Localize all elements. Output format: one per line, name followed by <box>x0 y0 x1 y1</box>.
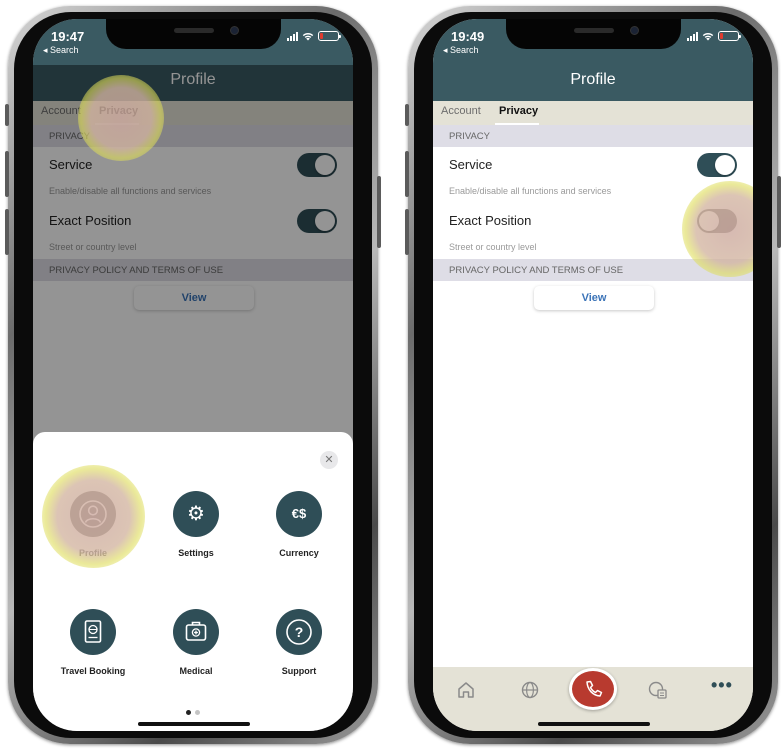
phone-screen-right: 19:49 ◂ Search Profile Account Privacy P… <box>433 19 753 731</box>
tab-privacy[interactable]: Privacy <box>499 105 538 117</box>
power-button <box>777 176 781 248</box>
mute-switch <box>405 104 409 126</box>
exact-position-label: Exact Position <box>449 213 532 228</box>
notch <box>106 19 281 49</box>
menu-item-support[interactable]: ? Support <box>247 609 351 676</box>
menu-label-currency: Currency <box>279 548 319 558</box>
service-toggle[interactable] <box>697 153 737 177</box>
volume-up-button <box>5 151 9 197</box>
back-to-search-link[interactable]: ◂ Search <box>43 45 79 56</box>
question-icon: ? <box>276 609 322 655</box>
status-time: 19:47 <box>51 29 85 44</box>
tab-account[interactable]: Account <box>441 105 481 117</box>
page-indicator <box>33 702 353 720</box>
more-icon[interactable]: ••• <box>711 675 733 696</box>
menu-item-settings[interactable]: ⚙ Settings <box>144 491 248 558</box>
menu-item-travel-booking[interactable]: Travel Booking <box>41 609 145 676</box>
svg-text:?: ? <box>295 624 304 640</box>
phone-frame-right: 19:49 ◂ Search Profile Account Privacy P… <box>405 6 781 744</box>
medical-kit-icon <box>173 609 219 655</box>
menu-label-support: Support <box>281 666 317 676</box>
exact-position-toggle[interactable] <box>697 209 737 233</box>
menu-label-travel-booking: Travel Booking <box>60 666 126 676</box>
menu-item-profile[interactable]: Profile <box>41 491 145 558</box>
battery-icon <box>718 31 741 41</box>
menu-item-medical[interactable]: Medical <box>144 609 248 676</box>
service-helper-text: Enable/disable all functions and service… <box>433 181 753 203</box>
home-indicator[interactable] <box>138 722 250 726</box>
privacy-content: PRIVACY Service Enable/disable all funct… <box>433 125 753 315</box>
volume-down-button <box>405 209 409 255</box>
back-to-search-link[interactable]: ◂ Search <box>443 45 479 56</box>
nav-bar: Profile <box>433 65 753 101</box>
person-icon <box>70 491 116 537</box>
signal-icon <box>287 31 298 41</box>
wifi-icon <box>702 32 714 40</box>
close-icon[interactable]: ✕ <box>320 451 338 469</box>
privacy-section-header: PRIVACY <box>433 125 753 147</box>
globe-icon[interactable] <box>519 679 541 701</box>
menu-label-settings: Settings <box>178 548 214 558</box>
service-row: Service <box>433 147 753 181</box>
volume-up-button <box>405 151 409 197</box>
gear-icon: ⚙ <box>173 491 219 537</box>
page-title: Profile <box>570 71 616 88</box>
phone-call-icon[interactable] <box>569 668 617 710</box>
phone-screen-left: 19:47 ◂ Search Profile Account Privacy P… <box>33 19 353 731</box>
status-icons <box>287 31 341 41</box>
service-label: Service <box>449 157 493 172</box>
menu-label-profile: Profile <box>78 548 107 558</box>
page-dot[interactable] <box>186 710 191 715</box>
menu-item-currency[interactable]: €$ Currency <box>247 491 351 558</box>
status-time: 19:49 <box>451 29 485 44</box>
menu-sheet: ✕ Profile ⚙ Settings €$ Currency Travel … <box>33 432 353 731</box>
wifi-icon <box>302 32 314 40</box>
mute-switch <box>5 104 9 126</box>
phone-frame-left: 19:47 ◂ Search Profile Account Privacy P… <box>5 6 381 744</box>
policy-section-header: PRIVACY POLICY AND TERMS OF USE <box>433 259 753 281</box>
view-row: View <box>433 281 753 315</box>
tab-bar: Account Privacy <box>433 101 753 125</box>
exact-position-row: Exact Position <box>433 203 753 237</box>
currency-exchange-icon: €$ <box>276 491 322 537</box>
signal-icon <box>687 31 698 41</box>
home-indicator[interactable] <box>538 722 650 726</box>
home-icon[interactable] <box>455 679 477 701</box>
status-icons <box>687 31 741 41</box>
map-document-icon[interactable] <box>647 679 669 701</box>
volume-down-button <box>5 209 9 255</box>
power-button <box>377 176 381 248</box>
view-policy-button[interactable]: View <box>534 286 654 310</box>
menu-label-medical: Medical <box>179 666 213 676</box>
passport-icon <box>70 609 116 655</box>
battery-icon <box>318 31 341 41</box>
exact-position-helper-text: Street or country level <box>433 237 753 259</box>
page-dot[interactable] <box>195 710 200 715</box>
notch <box>506 19 681 49</box>
